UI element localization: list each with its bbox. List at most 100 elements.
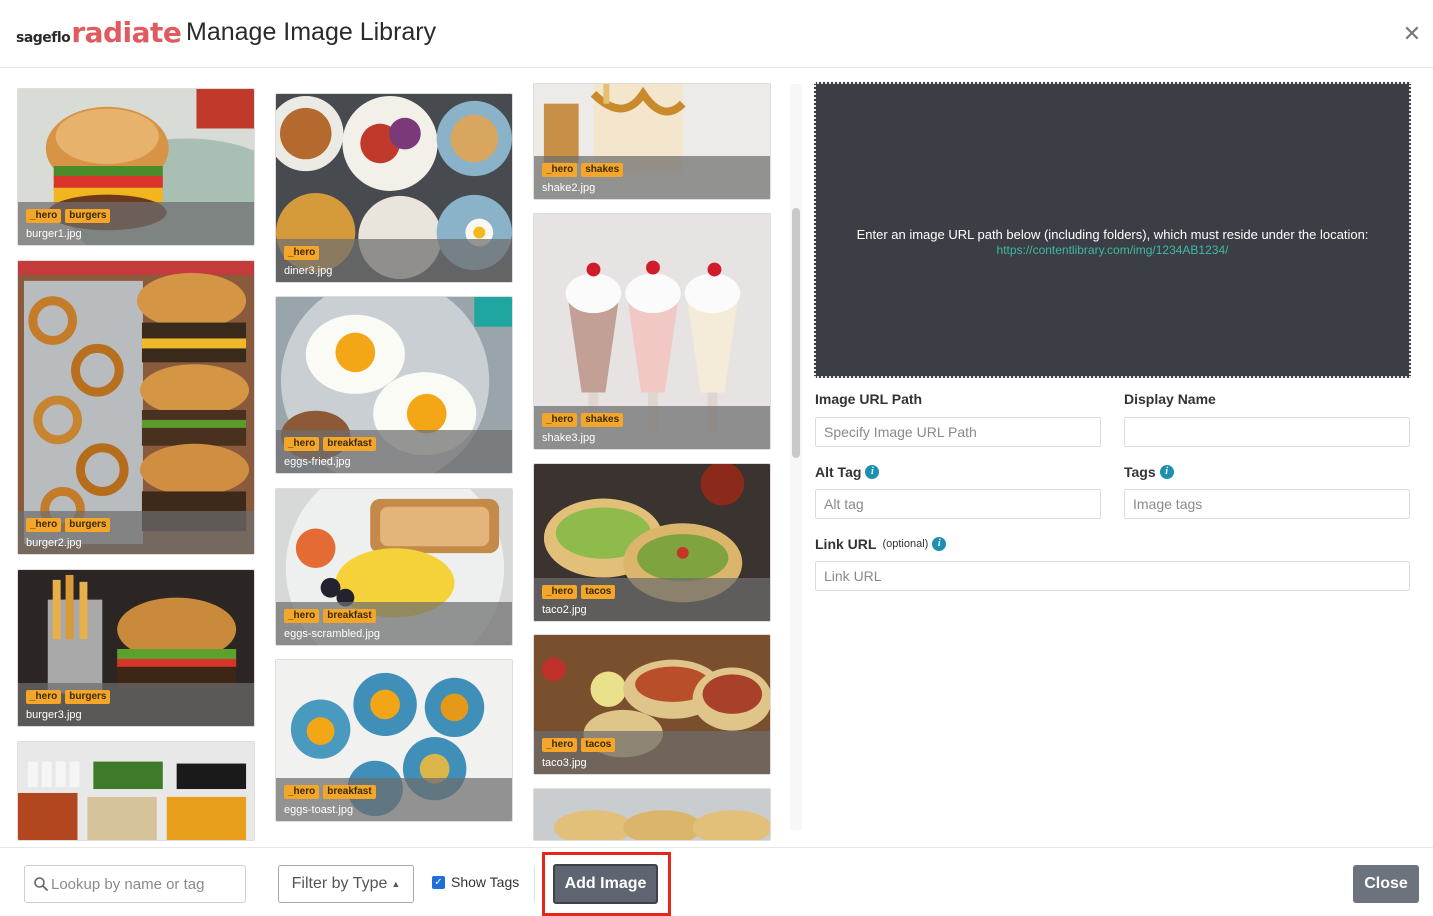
caret-up-icon: ▲ — [391, 879, 401, 889]
footer-divider — [534, 866, 535, 902]
tile-tags: _hero tacos — [542, 738, 616, 752]
filter-by-type-label: Filter by Type — [291, 875, 388, 892]
display-name-label-text: Display Name — [1124, 391, 1216, 407]
search-box[interactable] — [24, 865, 246, 903]
image-tile-taco2[interactable]: _hero tacos taco2.jpg — [533, 463, 771, 622]
tag-badge: burgers — [65, 690, 111, 704]
tile-filename: shake3.jpg — [542, 432, 596, 444]
tile-tags: _hero burgers — [26, 690, 111, 704]
tag-badge: burgers — [65, 209, 111, 223]
image-url-path-label: Image URL Path — [815, 391, 922, 407]
tile-tags: _hero burgers — [26, 518, 111, 532]
image-url-path-input[interactable] — [815, 417, 1101, 447]
tag-badge: _hero — [26, 209, 62, 223]
image-tile-diner3[interactable]: _hero diner3.jpg — [275, 93, 513, 283]
tile-tags: _hero — [284, 246, 320, 260]
info-icon[interactable]: i — [932, 537, 947, 551]
image-tile-shake3[interactable]: _hero shakes shake3.jpg — [533, 213, 771, 450]
tag-badge: _hero — [284, 785, 320, 799]
image-tile-taco4[interactable] — [533, 788, 771, 841]
display-name-input[interactable] — [1124, 417, 1410, 447]
tag-badge: tacos — [581, 738, 616, 752]
tag-badge: shakes — [581, 413, 624, 427]
tile-tags: _hero breakfast — [284, 437, 376, 451]
link-url-label-text: Link URL — [815, 536, 877, 552]
image-tile-catering[interactable] — [17, 741, 255, 841]
tags-label-text: Tags — [1124, 464, 1156, 480]
drop-zone-url[interactable]: https://contentlibrary.com/img/1234AB123… — [816, 243, 1409, 257]
tile-filename: taco2.jpg — [542, 604, 587, 616]
image-url-path-label-text: Image URL Path — [815, 391, 923, 407]
tile-filename: shake2.jpg — [542, 182, 596, 194]
tag-badge: tacos — [581, 585, 616, 599]
show-tags-label: Show Tags — [451, 874, 520, 890]
gallery-scrollbar-thumb[interactable] — [792, 208, 800, 458]
logo-big-text: radiate — [71, 16, 182, 49]
logo-small-text: sageflo — [16, 30, 71, 46]
tile-filename: diner3.jpg — [284, 265, 333, 277]
link-url-input[interactable] — [815, 561, 1410, 591]
close-icon[interactable]: ✕ — [1401, 24, 1423, 46]
show-tags-toggle[interactable]: ✓ Show Tags — [432, 874, 519, 890]
close-button[interactable]: Close — [1353, 865, 1419, 903]
image-tile-burger1[interactable]: _hero burgers burger1.jpg — [17, 88, 255, 246]
image-tile-eggs-scrambled[interactable]: _hero breakfast eggs-scrambled.jpg — [275, 488, 513, 646]
info-icon[interactable]: i — [865, 465, 880, 479]
tile-filename: burger2.jpg — [26, 537, 82, 549]
page-title: Manage Image Library — [186, 18, 437, 46]
tag-badge: breakfast — [323, 437, 376, 451]
filter-by-type-button[interactable]: Filter by Type ▲ — [278, 865, 414, 903]
image-tile-burger2[interactable]: _hero burgers burger2.jpg — [17, 260, 255, 555]
search-input[interactable] — [51, 866, 241, 902]
tile-filename: burger3.jpg — [26, 709, 82, 721]
info-icon[interactable]: i — [1159, 465, 1174, 479]
alt-tag-label: Alt Tag i — [815, 464, 880, 480]
image-gallery: _hero burgers burger1.jpg _hero burgers … — [0, 69, 808, 847]
tag-badge: _hero — [542, 738, 578, 752]
tile-filename: eggs-fried.jpg — [284, 456, 351, 468]
tile-filename: taco3.jpg — [542, 757, 587, 769]
search-icon — [34, 877, 48, 891]
tag-badge: breakfast — [323, 785, 376, 799]
tag-badge: _hero — [542, 585, 578, 599]
tag-badge: _hero — [284, 246, 320, 260]
tag-badge: _hero — [26, 518, 62, 532]
drop-zone-instructions: Enter an image URL path below (including… — [856, 227, 1369, 242]
tag-badge: breakfast — [323, 609, 376, 623]
link-url-label: Link URL (optional) i — [815, 536, 947, 552]
sageflo-radiate-logo: sageflo radiate — [16, 16, 182, 49]
link-url-optional-text: (optional) — [882, 538, 929, 550]
tag-badge: shakes — [581, 163, 624, 177]
modal-header: sageflo radiate Manage Image Library ✕ — [0, 0, 1433, 68]
tile-tags: _hero shakes — [542, 413, 624, 427]
alt-tag-label-text: Alt Tag — [815, 464, 862, 480]
catering-thumbnail — [18, 742, 254, 840]
tile-filename: eggs-scrambled.jpg — [284, 628, 380, 640]
tile-filename: eggs-toast.jpg — [284, 804, 354, 816]
display-name-label: Display Name — [1124, 391, 1216, 407]
modal-footer: Filter by Type ▲ ✓ Show Tags Add Image C… — [0, 847, 1433, 916]
tile-tags: _hero burgers — [26, 209, 111, 223]
alt-tag-input[interactable] — [815, 489, 1101, 519]
show-tags-checkbox[interactable]: ✓ — [432, 875, 445, 889]
tile-filename: burger1.jpg — [26, 228, 82, 240]
tags-input[interactable] — [1124, 489, 1410, 519]
tag-badge: _hero — [542, 413, 578, 427]
tag-badge: _hero — [284, 437, 320, 451]
tag-badge: burgers — [65, 518, 111, 532]
image-tile-burger3[interactable]: _hero burgers burger3.jpg — [17, 569, 255, 727]
image-tile-eggs-fried[interactable]: _hero breakfast eggs-fried.jpg — [275, 296, 513, 474]
tag-badge: _hero — [26, 690, 62, 704]
image-tile-eggs-toast[interactable]: _hero breakfast eggs-toast.jpg — [275, 659, 513, 822]
tags-label: Tags i — [1124, 464, 1174, 480]
taco4-thumbnail — [534, 789, 770, 840]
tag-badge: _hero — [284, 609, 320, 623]
image-drop-zone[interactable]: Enter an image URL path below (including… — [814, 82, 1411, 378]
tile-tags: _hero breakfast — [284, 785, 376, 799]
add-image-button[interactable]: Add Image — [553, 864, 658, 904]
tile-tags: _hero shakes — [542, 163, 624, 177]
tile-tags: _hero breakfast — [284, 609, 376, 623]
tile-tags: _hero tacos — [542, 585, 616, 599]
image-tile-shake2[interactable]: _hero shakes shake2.jpg — [533, 83, 771, 200]
image-tile-taco3[interactable]: _hero tacos taco3.jpg — [533, 634, 771, 775]
